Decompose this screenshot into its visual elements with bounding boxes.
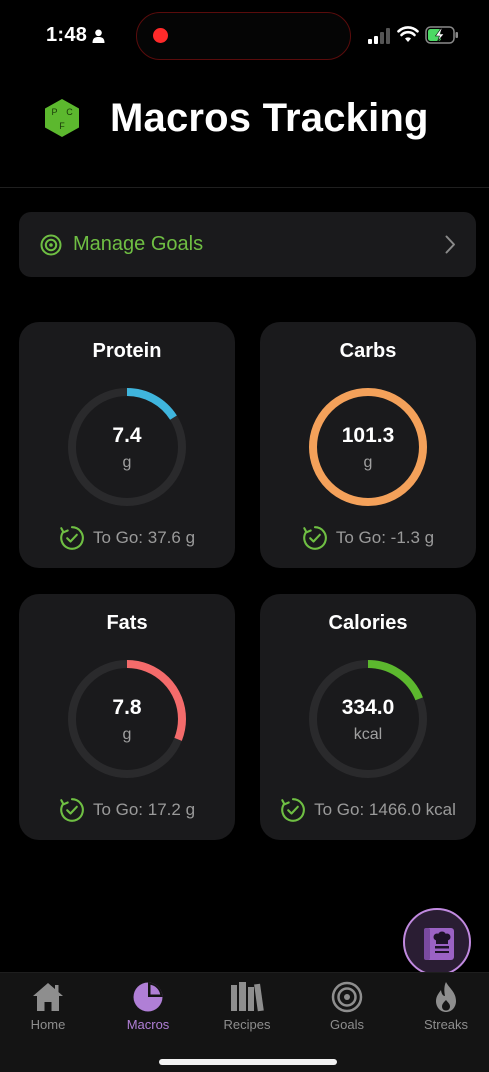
carbs-card[interactable]: Carbs 101.3 g To Go: -1.3 g: [260, 322, 476, 568]
to-go-text: To Go: 37.6 g: [92, 528, 196, 547]
header: P C F Macros Tracking: [0, 80, 489, 188]
tab-goals[interactable]: Goals: [307, 981, 387, 1032]
macro-unit: g: [122, 454, 132, 471]
protein-card[interactable]: Protein 7.4 g To Go: 37.6 g: [19, 322, 235, 568]
tab-label: Recipes: [223, 1017, 271, 1032]
to-go-row: To Go: 1466.0 kcal: [260, 797, 476, 823]
status-bar: 1:48: [0, 0, 489, 72]
status-time: 1:48: [46, 24, 88, 46]
to-go-row: To Go: -1.3 g: [260, 525, 476, 551]
tab-label: Home: [30, 1017, 66, 1032]
tab-home[interactable]: Home: [8, 981, 88, 1032]
page-title: Macros Tracking: [110, 96, 429, 140]
macro-value: 7.8: [112, 696, 142, 719]
battery-charging-icon: [425, 26, 458, 44]
tab-label: Streaks: [423, 1017, 469, 1032]
recipe-book-fab-button[interactable]: [403, 908, 471, 976]
tab-macros[interactable]: Macros: [108, 981, 188, 1032]
macro-unit: g: [363, 454, 373, 471]
refresh-check-icon: [281, 798, 305, 822]
cellular-signal-icon: [368, 28, 390, 44]
to-go-row: To Go: 17.2 g: [19, 797, 235, 823]
tab-recipes[interactable]: Recipes: [207, 981, 287, 1032]
dynamic-island: [136, 12, 351, 60]
macro-value: 334.0: [341, 696, 395, 719]
macro-unit: kcal: [353, 726, 383, 743]
macro-value: 101.3: [341, 424, 395, 447]
person-icon: [92, 29, 105, 43]
chevron-right-icon: [445, 235, 455, 254]
wifi-icon: [397, 26, 419, 42]
refresh-check-icon: [303, 526, 327, 550]
logo-letter-p: P: [51, 107, 57, 117]
pie-chart-icon: [133, 982, 163, 1012]
macro-value: 7.4: [112, 424, 142, 447]
card-title: Carbs: [339, 340, 397, 362]
tab-label: Goals: [330, 1017, 364, 1032]
to-go-text: To Go: 17.2 g: [92, 800, 196, 819]
target-icon: [40, 234, 62, 256]
books-icon: [231, 982, 264, 1012]
manage-goals-button[interactable]: Manage Goals: [19, 212, 476, 277]
card-title: Calories: [328, 612, 408, 634]
app-logo-icon: P C F: [45, 99, 79, 137]
logo-letter-c: C: [66, 107, 73, 117]
tab-streaks[interactable]: Streaks: [406, 981, 486, 1032]
home-indicator: [159, 1059, 337, 1065]
fats-card[interactable]: Fats 7.8 g To Go: 17.2 g: [19, 594, 235, 840]
manage-goals-label: Manage Goals: [73, 233, 204, 255]
refresh-check-icon: [60, 798, 84, 822]
refresh-check-icon: [60, 526, 84, 550]
to-go-row: To Go: 37.6 g: [19, 525, 235, 551]
recording-indicator-icon: [153, 28, 168, 43]
card-title: Protein: [92, 340, 162, 362]
chef-book-icon: [424, 928, 454, 960]
card-title: Fats: [106, 612, 148, 634]
flame-icon: [436, 982, 456, 1012]
tab-label: Macros: [126, 1017, 170, 1032]
bottom-tab-bar: Home Macros Recipes Goals Streaks: [0, 972, 489, 1072]
target-icon: [331, 981, 363, 1013]
logo-letter-f: F: [59, 121, 65, 131]
calories-card[interactable]: Calories 334.0 kcal To Go: 1466.0 kcal: [260, 594, 476, 840]
to-go-text: To Go: -1.3 g: [335, 528, 435, 547]
to-go-text: To Go: 1466.0 kcal: [314, 800, 456, 819]
house-icon: [33, 983, 63, 1011]
macro-unit: g: [122, 726, 132, 743]
